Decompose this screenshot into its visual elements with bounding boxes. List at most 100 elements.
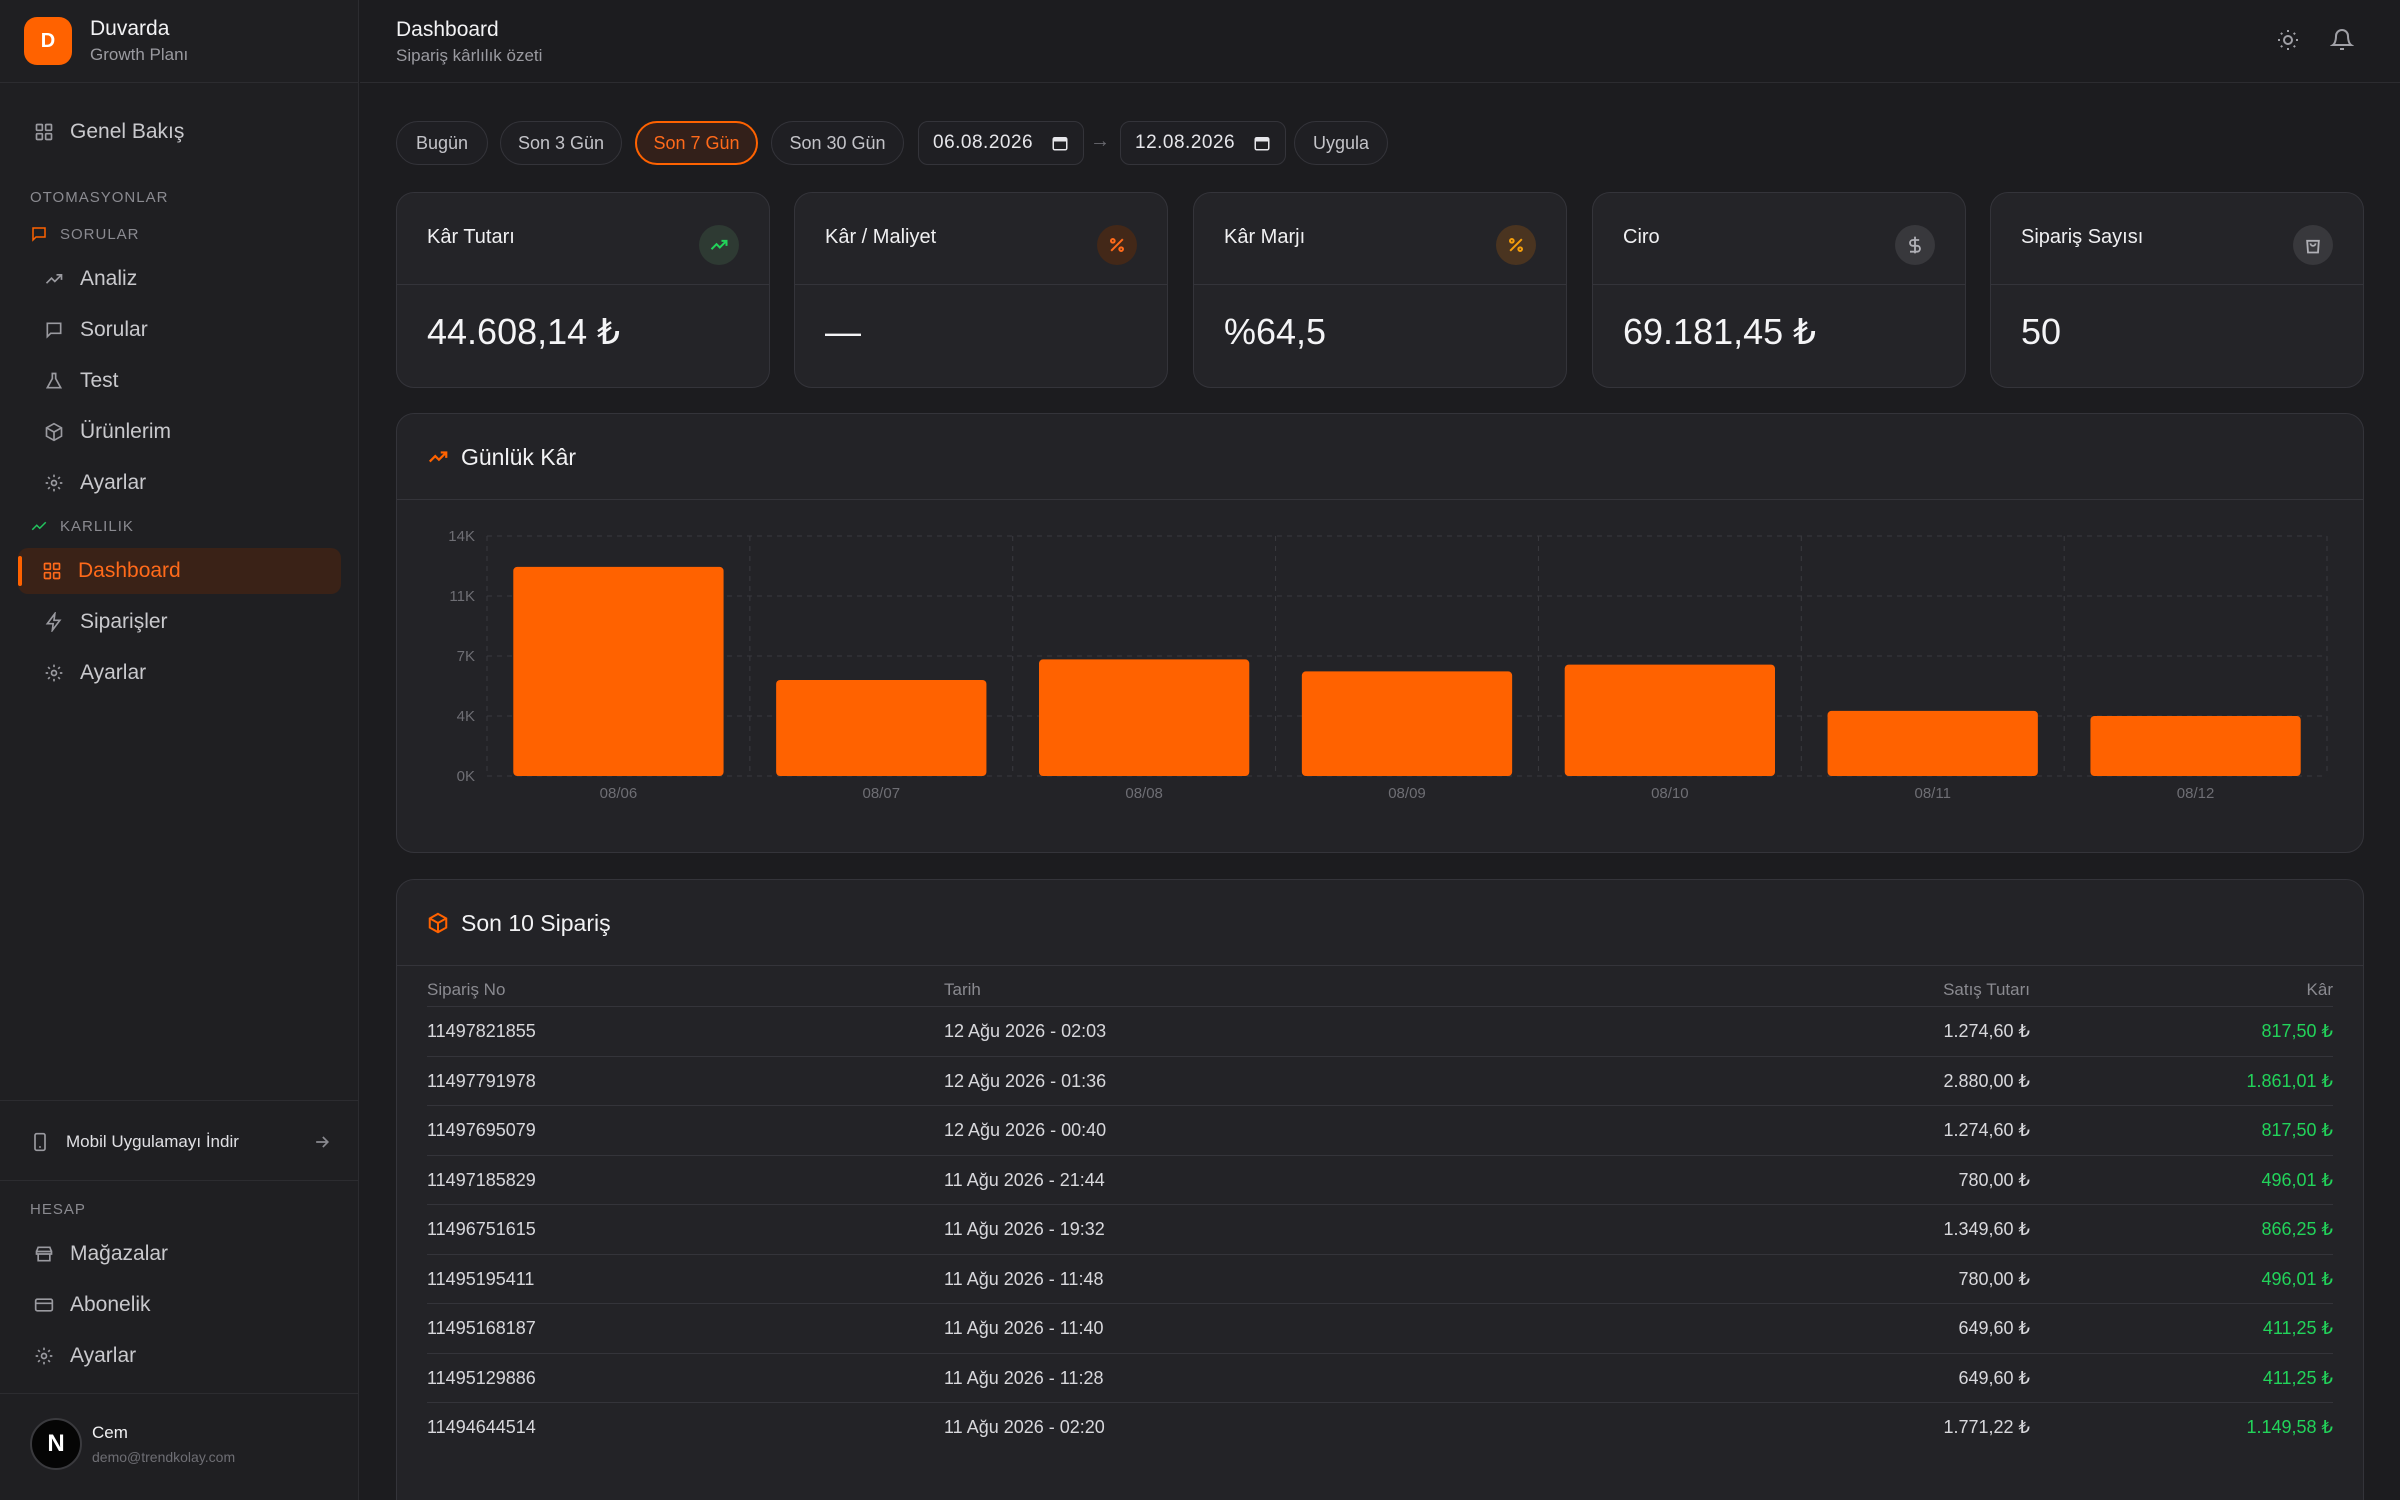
calendar-icon[interactable] bbox=[1253, 134, 1271, 152]
x-tick-label: 08/07 bbox=[863, 785, 901, 802]
order-no-cell: 11494644514 bbox=[427, 1417, 536, 1437]
range-30days-button[interactable]: Son 30 Gün bbox=[771, 121, 904, 165]
sidebar-item-urunlerim[interactable]: Ürünlerim bbox=[28, 409, 341, 455]
chart-bar bbox=[1301, 671, 1513, 776]
table-row[interactable]: 11495195411 11 Ağu 2026 - 11:48 780,00 ₺ 49… bbox=[427, 1253, 2333, 1303]
page-subtitle: Sipariş kârlılık özeti bbox=[396, 46, 543, 65]
sales-amount-cell: 780,00 ₺ bbox=[1958, 1268, 2030, 1289]
bell-icon[interactable] bbox=[2329, 28, 2355, 52]
user-profile[interactable]: N Cem demo@trendkolay.com bbox=[30, 1418, 235, 1470]
package-icon bbox=[428, 912, 448, 934]
range-today-button[interactable]: Bugün bbox=[396, 121, 488, 165]
stat-card-profit: Kâr Tutarı 44.608,14 ₺ bbox=[396, 192, 770, 388]
sidebar-item-ayarlar-profit[interactable]: Ayarlar bbox=[28, 650, 341, 696]
sidebar-divider bbox=[0, 1393, 358, 1394]
apply-button[interactable]: Uygula bbox=[1294, 121, 1388, 165]
sidebar-item-label: Ayarlar bbox=[80, 661, 147, 684]
credit-card-icon bbox=[34, 1295, 54, 1315]
sidebar-item-label: Genel Bakış bbox=[70, 120, 185, 143]
order-no-cell: 11497791978 bbox=[427, 1070, 536, 1091]
arrow-right-icon bbox=[316, 1136, 330, 1148]
group-questions[interactable]: SORULAR bbox=[30, 225, 140, 243]
user-name: Cem bbox=[92, 1423, 128, 1442]
trending-up-icon bbox=[428, 451, 448, 463]
chart-bar bbox=[1039, 659, 1250, 776]
table-row[interactable]: 11497695079 12 Ağu 2026 - 00:40 1.274,60 ₺… bbox=[427, 1105, 2333, 1154]
message-icon bbox=[44, 320, 64, 340]
mobile-app-link[interactable]: Mobil Uygulamayı İndir bbox=[30, 1124, 332, 1160]
phone-icon bbox=[34, 1132, 46, 1152]
profit-cell: 1.861,01 ₺ bbox=[2246, 1070, 2333, 1091]
sidebar-item-test[interactable]: Test bbox=[28, 358, 341, 404]
active-indicator bbox=[18, 556, 22, 586]
table-row[interactable]: 11496751615 11 Ağu 2026 - 19:32 1.349,60 ₺… bbox=[427, 1204, 2333, 1253]
sidebar-item-analiz[interactable]: Analiz bbox=[28, 256, 341, 302]
col-profit: Kâr bbox=[2306, 980, 2333, 999]
flask-icon bbox=[44, 371, 64, 391]
group-profitability[interactable]: KARLILIK bbox=[30, 517, 134, 535]
sales-amount-cell: 2.880,00 ₺ bbox=[1943, 1070, 2030, 1091]
sidebar-item-overview[interactable]: Genel Bakış bbox=[18, 109, 341, 155]
sidebar-item-label: Abonelik bbox=[70, 1293, 151, 1316]
col-order-no: Sipariş No bbox=[427, 980, 506, 999]
sidebar-item-siparisler[interactable]: Siparişler bbox=[28, 599, 341, 645]
y-tick-label: 7K bbox=[457, 648, 475, 665]
order-no-cell: 11497695079 bbox=[427, 1120, 536, 1140]
message-icon bbox=[32, 227, 46, 242]
daily-profit-panel: Günlük Kâr 0K 4K 7K 11K 14K 08/06 08/07 08/08 08… bbox=[396, 413, 2364, 853]
store-icon bbox=[34, 1244, 54, 1264]
table-row[interactable]: 11495129886 11 Ağu 2026 - 11:28 649,60 ₺ 41… bbox=[427, 1352, 2333, 1402]
sidebar-item-dashboard[interactable]: Dashboard bbox=[18, 548, 341, 594]
y-tick-label: 0K bbox=[457, 768, 475, 785]
order-date-cell: 11 Ağu 2026 - 11:48 bbox=[944, 1268, 1104, 1289]
range-7days-button[interactable]: Son 7 Gün bbox=[635, 121, 758, 165]
stat-card-profit-cost: Kâr / Maliyet — bbox=[794, 192, 1168, 388]
brand[interactable]: D Duvarda Growth Planı bbox=[0, 0, 358, 83]
sidebar-item-magazalar[interactable]: Mağazalar bbox=[18, 1231, 341, 1277]
sun-icon[interactable] bbox=[2276, 28, 2300, 52]
y-tick-label: 4K bbox=[457, 708, 475, 725]
section-automations: OTOMASYONLAR bbox=[30, 189, 169, 206]
col-sales-amount: Satış Tutarı bbox=[1943, 980, 2030, 999]
sidebar-item-sorular[interactable]: Sorular bbox=[28, 307, 341, 353]
sidebar-item-label: Test bbox=[80, 369, 119, 392]
stat-value: — bbox=[825, 311, 861, 352]
sidebar-item-label: Ayarlar bbox=[80, 471, 147, 494]
stat-card-revenue: Ciro 69.181,45 ₺ bbox=[1592, 192, 1966, 388]
order-no-cell: 11495168187 bbox=[427, 1318, 536, 1338]
stat-title: Kâr Tutarı bbox=[427, 226, 515, 248]
trending-up-icon bbox=[31, 521, 47, 531]
sidebar-item-ayarlar-account[interactable]: Ayarlar bbox=[18, 1333, 341, 1379]
sidebar-divider bbox=[0, 1180, 358, 1181]
chart-title: Günlük Kâr bbox=[461, 444, 577, 470]
x-tick-label: 08/09 bbox=[1388, 785, 1426, 802]
chart-bar bbox=[513, 566, 724, 776]
sidebar-item-label: Analiz bbox=[80, 267, 138, 290]
section-account: HESAP bbox=[30, 1201, 86, 1218]
stat-title: Kâr / Maliyet bbox=[825, 226, 937, 248]
chart-bar bbox=[1564, 664, 1775, 776]
package-icon bbox=[44, 422, 64, 442]
chart-bar bbox=[776, 680, 987, 776]
sidebar-item-abonelik[interactable]: Abonelik bbox=[18, 1282, 341, 1328]
table-row[interactable]: 11497185829 11 Ağu 2026 - 21:44 780,00 ₺ 49… bbox=[427, 1154, 2333, 1204]
sidebar-item-ayarlar-questions[interactable]: Ayarlar bbox=[28, 460, 341, 506]
start-date-input[interactable]: 06.08.2026 bbox=[918, 121, 1084, 165]
col-date: Tarih bbox=[944, 980, 981, 999]
table-row[interactable]: 11494644514 11 Ağu 2026 - 02:20 1.771,22 ₺… bbox=[427, 1402, 2333, 1451]
recent-orders-panel: Son 10 Sipariş Sipariş No Tarih Satış Tu… bbox=[396, 879, 2364, 1500]
profit-cell: 496,01 ₺ bbox=[2261, 1169, 2333, 1190]
calendar-icon[interactable] bbox=[1051, 134, 1069, 152]
range-3days-button[interactable]: Son 3 Gün bbox=[500, 121, 622, 165]
stat-card-orders: Sipariş Sayısı 50 bbox=[1990, 192, 2364, 388]
stat-card-margin: Kâr Marjı %64,5 bbox=[1193, 192, 1567, 388]
table-row[interactable]: 11497821855 12 Ağu 2026 - 02:03 1.274,60 ₺… bbox=[427, 1006, 2333, 1055]
end-date-input[interactable]: 12.08.2026 bbox=[1120, 121, 1286, 165]
order-date-cell: 12 Ağu 2026 - 00:40 bbox=[944, 1120, 1107, 1140]
chart-bar bbox=[2090, 716, 2301, 776]
sales-amount-cell: 649,60 ₺ bbox=[1958, 1367, 2030, 1388]
table-row[interactable]: 11497791978 12 Ağu 2026 - 01:36 2.880,00 ₺… bbox=[427, 1055, 2333, 1105]
brand-logo: D bbox=[24, 17, 72, 65]
table-row[interactable]: 11495168187 11 Ağu 2026 - 11:40 649,60 ₺ 41… bbox=[427, 1303, 2333, 1352]
stat-title: Kâr Marjı bbox=[1224, 226, 1306, 248]
